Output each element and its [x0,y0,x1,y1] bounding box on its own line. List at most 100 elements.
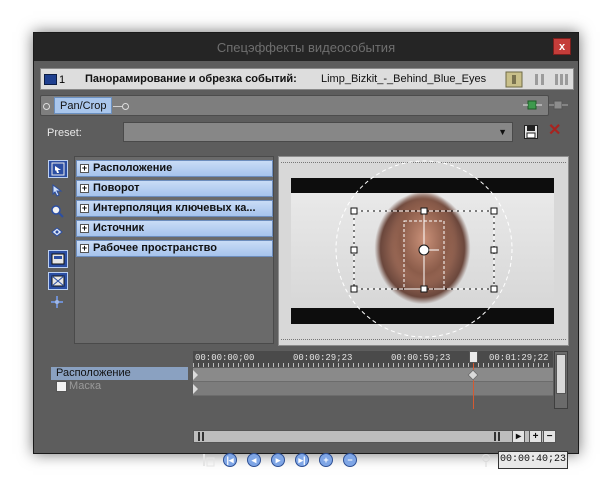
split-view-button[interactable] [531,71,549,88]
plugin-chain-button[interactable] [505,71,523,88]
last-keyframe-button[interactable]: ▸| [295,453,309,467]
last-keyframe-icon: ▸| [298,455,306,465]
prev-keyframe-button[interactable]: ◂ [247,453,261,467]
next-keyframe-icon: ▸ [275,455,281,465]
prev-keyframe-icon: ◂ [251,455,257,465]
plugin-remove-icon [549,100,568,110]
prop-keyframe-interpolation[interactable]: + Интерполяция ключевых ка... [76,200,273,217]
zoom-tool-icon [51,205,64,218]
floppy-disk-icon [524,125,538,139]
delete-keyframe-button[interactable]: − [343,453,357,467]
playhead-handle[interactable] [469,351,478,363]
add-keyframe-icon: + [323,455,329,465]
lock-aspect-icon [51,275,65,287]
chain-start-icon [43,103,50,110]
pan-crop-preview[interactable] [278,156,569,346]
delete-x-icon: ✕ [548,122,562,139]
sync-cursor-icon [203,454,215,467]
zoom-out-button[interactable]: − [543,430,556,443]
prop-rotation[interactable]: + Поворот [76,180,273,197]
track-label: Маска [69,380,102,392]
grid-view-button[interactable] [553,71,571,88]
filmstrip-icon [505,71,523,88]
preset-dropdown[interactable]: ▼ [123,122,513,142]
track-badge: 1 [44,72,70,87]
horizontal-scrollbar[interactable] [193,430,553,443]
preset-label: Preset: [47,127,82,139]
minus-icon: − [546,431,553,442]
mask-checkbox[interactable] [56,381,67,392]
first-keyframe-icon: |◂ [226,455,234,465]
plugin-chain-bar: Pan/Crop [40,95,549,116]
fx-tab-bar: 1 Панорамирование и обрезка событий: Lim… [40,68,574,90]
scroll-right-button[interactable]: ▸ [512,430,525,443]
expand-plus-icon: + [80,243,89,253]
track-list: Расположение Маска [46,351,192,411]
move-tool[interactable] [48,182,68,200]
current-time-field[interactable]: 00:00:40;23 [498,451,568,469]
timeline-overlay [193,351,553,409]
vertical-zoom-scrollbar[interactable] [554,351,568,409]
scroll-end-grip-icon [494,432,500,441]
prop-workspace[interactable]: + Рабочее пространство [76,240,273,257]
rotate-tool-icon [51,227,63,237]
move-tool-icon [52,184,63,197]
move-freely-icon [51,296,63,308]
cursor-position-icon [480,453,492,467]
crop-overlay[interactable] [279,157,569,346]
delete-preset-button[interactable]: ✕ [548,123,561,139]
save-preset-button[interactable] [524,125,538,139]
keyframe-transport: |◂ ◂ ▸ ▸| + − 00:00:40;23 [46,449,569,471]
zoom-tool[interactable] [48,203,68,221]
title-bar[interactable]: Спецэффекты видеособытия x [34,33,578,61]
chain-end-icon [122,103,129,110]
prop-label: Рабочее пространство [93,242,217,254]
lock-aspect-button[interactable] [48,272,68,290]
zoom-in-button[interactable]: + [529,430,542,443]
normal-edit-tool[interactable] [48,160,68,178]
expand-plus-icon: + [80,163,89,173]
scroll-thumb[interactable] [556,354,566,394]
expand-plus-icon: + [80,223,89,233]
add-keyframe-button[interactable]: + [319,453,333,467]
plugin-chain-icon [523,100,542,110]
properties-panel: + Расположение + Поворот + Интерполяция клю… [74,156,274,344]
prop-label: Расположение [93,162,173,174]
prop-label: Интерполяция ключевых ка... [93,202,256,214]
track-mask[interactable]: Маска [51,380,188,393]
first-keyframe-button[interactable]: |◂ [223,453,237,467]
tab-label: Панорамирование и обрезка событий: [85,73,297,85]
expand-plus-icon: + [80,183,89,193]
monitor-icon [44,74,57,85]
media-file-name: Limp_Bizkit_-_Behind_Blue_Eyes [321,73,487,85]
grid-icon [555,74,568,85]
scroll-right-icon: ▸ [515,431,522,442]
expand-plus-icon: + [80,203,89,213]
add-plugin-button[interactable] [522,97,544,113]
enable-snapping-button[interactable] [48,250,68,268]
move-freely-button[interactable] [48,294,68,312]
track-number: 1 [59,73,66,86]
plus-icon: + [532,431,539,442]
next-keyframe-button[interactable]: ▸ [271,453,285,467]
keyframe-timeline: Расположение Маска 00:00:00;00 00:00:29;… [46,351,569,469]
sync-cursor-button[interactable] [200,452,216,468]
track-position[interactable]: Расположение [51,367,188,380]
window-title: Спецэффекты видеособытия [216,40,396,55]
prop-label: Источник [93,222,145,234]
plugin-pan-crop[interactable]: Pan/Crop [54,97,113,114]
prop-source[interactable]: + Источник [76,220,273,237]
keyframe-marker[interactable] [467,369,479,381]
normal-edit-tool-icon [51,162,65,176]
edit-tools [46,154,70,324]
enable-snapping-icon [51,253,65,265]
remove-plugin-button[interactable] [548,97,570,113]
rotate-tool[interactable] [48,224,68,242]
split-vertical-icon [535,74,544,85]
prop-position[interactable]: + Расположение [76,160,273,177]
prop-label: Поворот [93,182,140,194]
video-event-fx-window: Спецэффекты видеособытия x 1 Панорамиров… [33,32,579,469]
delete-keyframe-icon: − [347,455,353,465]
chevron-down-icon: ▼ [498,127,507,137]
close-button[interactable]: x [553,38,571,55]
